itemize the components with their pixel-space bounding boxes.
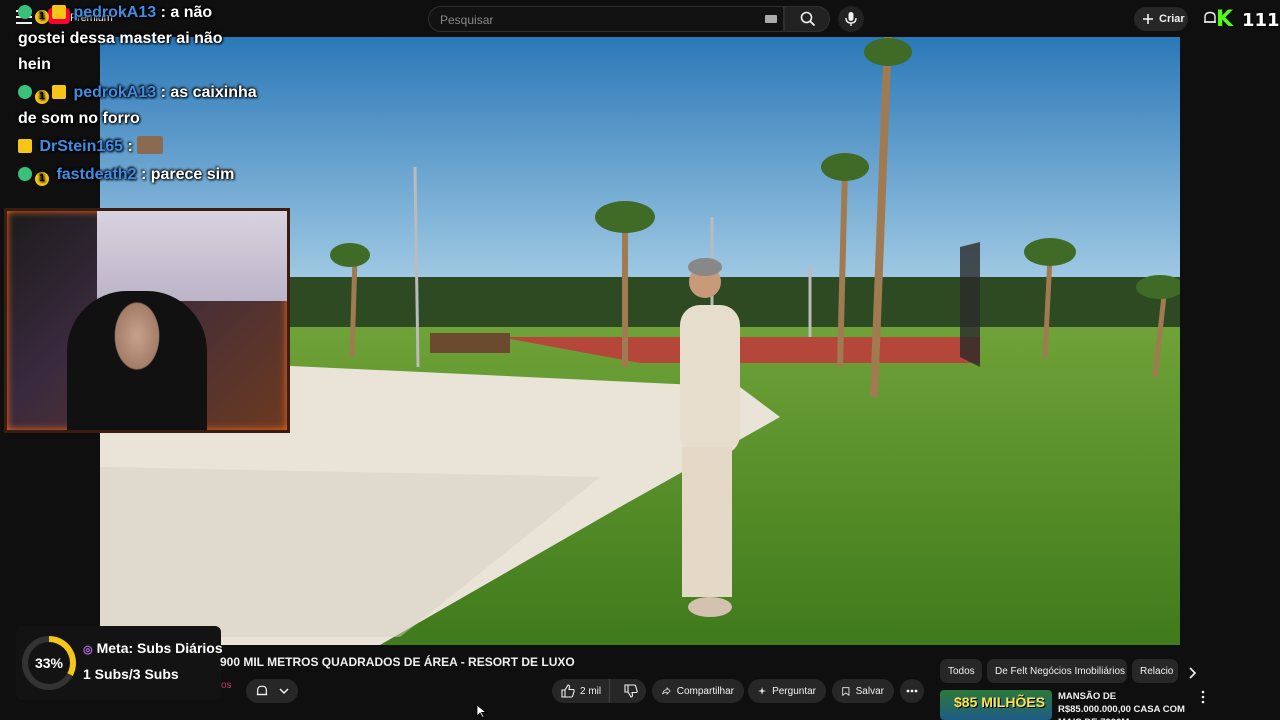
bookmark-icon <box>842 686 850 696</box>
keyboard-icon[interactable] <box>765 15 777 23</box>
search-input[interactable]: Pesquisar <box>428 6 784 32</box>
webcam-background <box>97 211 287 301</box>
crown-badge-icon <box>52 85 66 99</box>
kick-logo-icon: K <box>1216 7 1234 32</box>
dislike-button[interactable] <box>616 679 646 703</box>
emote-icon <box>137 136 164 154</box>
share-icon <box>662 687 671 695</box>
chat-message: 1 pedrokA13 : a não gostei dessa master … <box>18 0 258 78</box>
goal-percent: 33% <box>28 642 70 684</box>
like-button[interactable]: 2 mil <box>552 679 611 703</box>
thumbs-down-icon <box>624 684 638 698</box>
like-dislike-group: 2 mil <box>552 679 646 703</box>
search-placeholder: Pesquisar <box>440 13 494 27</box>
chip-related[interactable]: Relacio <box>1132 659 1178 683</box>
streamer-figure <box>67 291 207 430</box>
recommendation-thumbnail[interactable]: $85 MILHÕES <box>940 690 1052 720</box>
share-label: Compartilhar <box>676 685 734 697</box>
chat-username: pedrokA13 <box>73 84 157 101</box>
save-button[interactable]: Salvar <box>832 679 894 703</box>
sparkle-icon <box>758 686 767 696</box>
share-button[interactable]: Compartilhar <box>652 679 744 703</box>
badge-icon: 1 <box>35 10 49 24</box>
microphone-icon <box>845 12 857 26</box>
streamer-webcam <box>4 208 290 433</box>
subscription-bell-button[interactable] <box>246 679 298 703</box>
chevron-right-icon[interactable] <box>1184 665 1200 681</box>
ask-button[interactable]: Perguntar <box>748 679 826 703</box>
chevron-down-icon <box>279 688 289 695</box>
chat-text: : parece sim <box>140 166 235 183</box>
plus-icon <box>1143 14 1153 24</box>
chat-message: DrStein165 : <box>18 134 258 160</box>
chip-channel[interactable]: De Felt Negócios Imobiliários <box>987 659 1127 683</box>
create-button[interactable]: Criar <box>1134 7 1188 31</box>
badge-icon: 1 <box>35 172 49 186</box>
badge-icon <box>18 5 32 19</box>
crown-badge-icon <box>18 139 32 153</box>
badge-icon: 1 <box>35 90 49 104</box>
search-icon <box>800 11 816 27</box>
create-label: Criar <box>1159 13 1185 25</box>
save-label: Salvar <box>855 685 884 697</box>
badge-icon <box>18 167 32 181</box>
chat-message: 1 pedrokA13 : as caixinha de som no forr… <box>18 80 258 132</box>
goal-progress-text: 1 Subs/3 Subs <box>83 666 179 682</box>
more-vertical-icon[interactable] <box>1198 690 1208 704</box>
stream-chat-overlay: 1 pedrokA13 : a não gostei dessa master … <box>18 0 258 190</box>
more-actions-button[interactable] <box>900 679 924 703</box>
search-button[interactable] <box>784 6 830 32</box>
chat-text: : <box>127 138 133 155</box>
thumbs-up-icon <box>561 684 575 698</box>
more-horizontal-icon <box>906 689 918 693</box>
chat-message: 1 fastdeath2 : parece sim <box>18 162 258 188</box>
like-count: 2 mil <box>580 685 602 697</box>
chip-all[interactable]: Todos <box>940 659 982 683</box>
chat-username: fastdeath2 <box>56 166 137 183</box>
sub-goal-widget: 33% ◎ Meta: Subs Diários 1 Subs/3 Subs <box>16 626 223 700</box>
chat-username: pedrokA13 <box>73 4 157 21</box>
voice-search-button[interactable] <box>838 6 864 32</box>
mouse-cursor-icon <box>476 704 488 718</box>
screen: Premium Pesquisar Criar K 111 1 pedrokA1… <box>0 0 1280 720</box>
crown-badge-icon <box>52 5 66 19</box>
thumbnail-text: $85 MILHÕES <box>954 694 1046 710</box>
video-title: 900 MIL METROS QUADRADOS DE ÁREA - RESOR… <box>220 655 575 669</box>
badge-icon <box>18 85 32 99</box>
goal-title: ◎ Meta: Subs Diários <box>83 640 223 656</box>
channel-name-fragment[interactable]: os <box>221 680 232 691</box>
kick-viewer-count: 111 <box>1242 10 1280 31</box>
recommendation-title[interactable]: MANSÃO DE R$85.000.000,00 CASA COM MAIS … <box>1058 690 1190 720</box>
bell-icon <box>256 685 268 696</box>
chat-username: DrStein165 <box>39 138 124 155</box>
ask-label: Perguntar <box>772 685 816 697</box>
goal-dot-icon: ◎ <box>83 644 93 656</box>
goal-progress-ring: 33% <box>22 636 76 690</box>
